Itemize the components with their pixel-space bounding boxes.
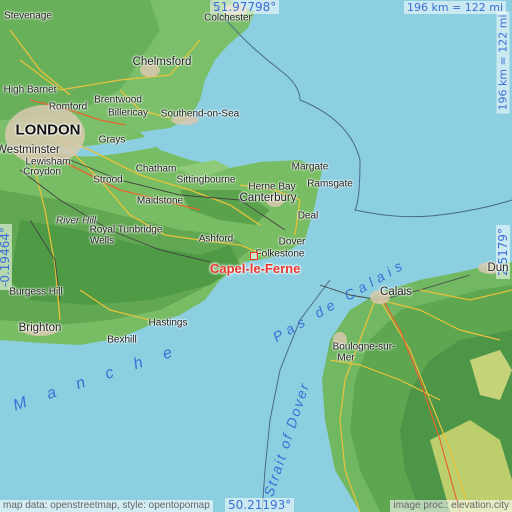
- scale-label-top: 196 km = 122 mi: [404, 1, 507, 14]
- location-marker-icon[interactable]: [250, 252, 258, 260]
- place-royal-tunbridge: Royal Tunbridge: [89, 224, 163, 236]
- place-southend-on-sea: Southend-on-Sea: [160, 108, 240, 120]
- place-deal: Deal: [297, 210, 319, 222]
- place-romford: Romford: [48, 101, 88, 113]
- place-bexhill: Bexhill: [107, 334, 137, 346]
- place-brentwood: Brentwood: [94, 94, 142, 106]
- place-brighton: Brighton: [18, 322, 62, 334]
- place-dover: Dover: [278, 236, 306, 248]
- place-folkestone: Folkestone: [255, 248, 305, 260]
- place-strood: Strood: [93, 174, 123, 186]
- place-croydon: Croydon: [23, 166, 61, 178]
- place-ashford: Ashford: [198, 233, 234, 245]
- map-data-credit: map data: openstreetmap, style: opentopo…: [0, 500, 213, 512]
- image-processing-credit: image proc.: elevation.city: [390, 500, 512, 512]
- place-margate: Margate: [291, 161, 329, 173]
- place-mer: Mer: [337, 352, 355, 364]
- place-calais: Calais: [380, 286, 412, 298]
- place-maidstone: Maidstone: [136, 195, 184, 207]
- place-colchester: Colchester: [204, 12, 252, 24]
- place-burgess-hill: Burgess Hill: [9, 286, 63, 298]
- place-chelmsford: Chelmsford: [132, 56, 192, 68]
- place-herne-bay: Herne Bay: [248, 181, 296, 193]
- place-dunkerque: Dun: [487, 262, 509, 274]
- place-grays: Grays: [98, 134, 126, 146]
- place-sittingbourne: Sittingbourne: [176, 174, 236, 186]
- place-high-barnet: High Barnet: [3, 84, 57, 96]
- place-stevenage: Stevenage: [4, 10, 52, 22]
- place-hastings: Hastings: [148, 317, 188, 329]
- place-london: LONDON: [15, 121, 81, 139]
- place-chatham: Chatham: [135, 163, 177, 175]
- place-canterbury: Canterbury: [239, 192, 297, 204]
- location-marker-label: Capel-le-Ferne: [210, 261, 301, 276]
- place-ramsgate: Ramsgate: [307, 178, 353, 190]
- south-latitude-label: 50.21193°: [225, 498, 295, 512]
- place-wells: Wells: [89, 235, 115, 247]
- place-billericay: Billericay: [107, 107, 149, 119]
- place-westminster: Westminster: [0, 144, 60, 156]
- scale-label-right: 196 km = 122 mi: [496, 11, 510, 114]
- map-view[interactable]: 51.97798° 50.21193° -0.19464° 2.5179° 19…: [0, 0, 512, 512]
- west-longitude-label: -0.19464°: [0, 224, 12, 290]
- place-boulogne-sur-mer: Boulogne-sur-: [332, 341, 396, 353]
